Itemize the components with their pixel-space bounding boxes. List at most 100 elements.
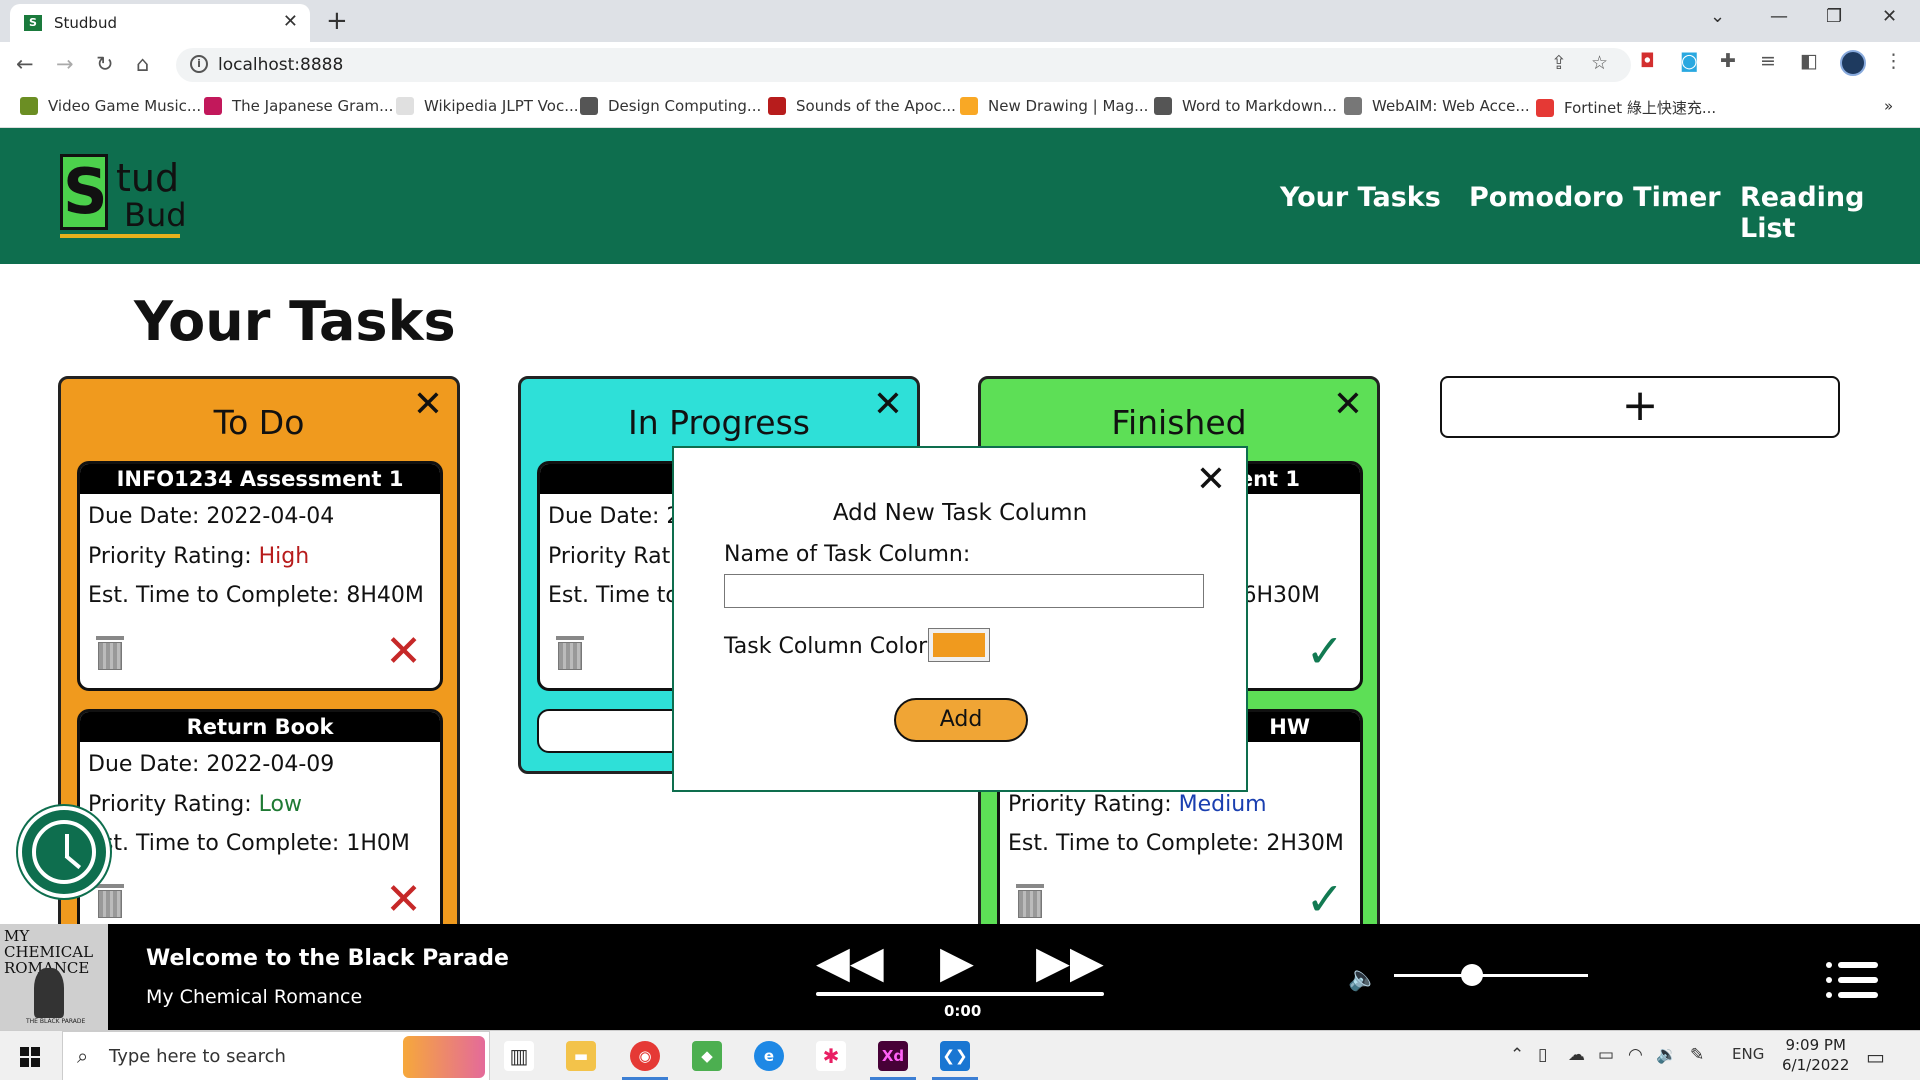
task-column-todo: To Do ✕ INFO1234 Assessment 1 Due Date: … (58, 376, 460, 939)
site-info-icon[interactable]: i (190, 55, 208, 73)
window-close-icon[interactable]: ✕ (1882, 6, 1897, 27)
taskbar-search[interactable]: ⌕ Type here to search (62, 1031, 490, 1080)
task-est-time: Est. Time to (548, 583, 679, 608)
adobe-xd-icon[interactable]: Xd (878, 1041, 908, 1071)
pen-icon[interactable]: ✎ (1690, 1045, 1704, 1065)
nav-reading-list[interactable]: Reading List (1740, 182, 1920, 244)
pomodoro-timer-button[interactable] (18, 806, 110, 898)
url-text[interactable]: localhost:8888 (218, 55, 343, 75)
extension-cup-icon[interactable]: ◙ (1680, 50, 1698, 72)
bookmark-item[interactable]: The Japanese Gram... (204, 97, 393, 115)
language-indicator[interactable]: ENG (1732, 1045, 1764, 1063)
mark-complete-check-icon[interactable]: ✓ (1305, 628, 1344, 674)
chrome-icon[interactable]: ◉ (630, 1041, 660, 1071)
bookmarks-overflow-icon[interactable]: » (1884, 97, 1893, 115)
vscode-icon[interactable]: ❮❯ (940, 1041, 970, 1071)
browser-tab[interactable]: S Studbud ✕ (10, 4, 310, 42)
media-queue-icon[interactable]: ≡ (1760, 50, 1776, 72)
studbud-logo[interactable]: S tud Bud (60, 154, 187, 238)
tab-close-icon[interactable]: ✕ (283, 11, 298, 32)
bookmark-item[interactable]: Design Computing... (580, 97, 761, 115)
reload-icon[interactable]: ↻ (96, 52, 114, 76)
battery-icon[interactable]: ▭ (1598, 1045, 1614, 1065)
extension-shield-icon[interactable]: ◘ (1640, 50, 1655, 72)
column-name-label: Name of Task Column: (724, 542, 971, 567)
profile-avatar[interactable] (1840, 50, 1866, 76)
extensions-puzzle-icon[interactable]: ✚ (1720, 50, 1736, 72)
column-close-icon[interactable]: ✕ (1333, 387, 1363, 423)
mark-incomplete-x-icon[interactable]: ✕ (385, 630, 422, 674)
task-view-icon[interactable]: ▥ (504, 1041, 534, 1071)
bookmark-label: Design Computing... (608, 97, 762, 115)
side-panel-icon[interactable]: ◧ (1800, 50, 1818, 72)
clock-time: 9:09 PM (1785, 1036, 1846, 1054)
add-column-button[interactable]: + (1440, 376, 1840, 438)
bookmarks-bar: Video Game Music... The Japanese Gram... W… (0, 88, 1920, 128)
windows-start-icon[interactable] (20, 1047, 40, 1067)
modal-title: Add New Task Column (832, 500, 1088, 526)
rewind-icon[interactable]: ◀◀ (816, 938, 884, 988)
bookmark-item[interactable]: Video Game Music... (20, 97, 201, 115)
nav-your-tasks[interactable]: Your Tasks (1280, 182, 1441, 213)
task-card[interactable]: INFO1234 Assessment 1 Due Date: 2022-04-… (77, 461, 443, 691)
column-title: In Progress (628, 403, 810, 442)
minimize-icon[interactable]: — (1770, 6, 1788, 27)
new-tab-icon[interactable]: + (326, 6, 348, 36)
logo-text-top: tud (116, 156, 180, 200)
album-art: MY CHEMICAL ROMANCE THE BLACK PARADE (0, 924, 108, 1030)
modal-close-icon[interactable]: ✕ (1196, 462, 1226, 498)
notification-icon[interactable]: ▭ (1866, 1045, 1885, 1069)
bookmark-label: Sounds of the Apoc... (796, 97, 956, 115)
bookmark-item[interactable]: Word to Markdown... (1154, 97, 1337, 115)
home-icon[interactable]: ⌂ (136, 52, 149, 76)
forward-arrow-icon[interactable]: → (56, 52, 74, 76)
mark-incomplete-x-icon[interactable]: ✕ (385, 878, 422, 922)
edge-icon[interactable]: e (754, 1041, 784, 1071)
column-name-input[interactable] (724, 574, 1204, 608)
bookmark-item[interactable]: Sounds of the Apoc... (768, 97, 956, 115)
play-icon[interactable]: ▶ (940, 938, 974, 988)
volume-icon[interactable]: 🔈 (1348, 964, 1378, 992)
task-priority: Priority Ratir (548, 544, 686, 569)
bookmark-favicon-icon (580, 97, 598, 115)
volume-slider-track[interactable] (1394, 974, 1588, 977)
fast-forward-icon[interactable]: ▶▶ (1036, 938, 1104, 988)
back-arrow-icon[interactable]: ← (16, 52, 34, 76)
sourcetree-icon[interactable]: ◆ (692, 1041, 722, 1071)
column-close-icon[interactable]: ✕ (413, 387, 443, 423)
address-bar[interactable]: i localhost:8888 ⇪ ☆ (176, 48, 1631, 82)
wifi-icon[interactable]: ◠ (1628, 1045, 1643, 1065)
column-close-icon[interactable]: ✕ (873, 387, 903, 423)
slack-icon[interactable]: ✱ (816, 1041, 846, 1071)
file-explorer-icon[interactable]: ▬ (566, 1041, 596, 1071)
trash-icon[interactable] (1016, 884, 1044, 918)
mark-complete-check-icon[interactable]: ✓ (1305, 876, 1344, 922)
playlist-menu-icon[interactable] (1826, 960, 1880, 1000)
tray-overflow-chevron-icon[interactable]: ⌃ (1510, 1045, 1524, 1065)
playback-progress-bar[interactable] (816, 992, 1104, 996)
column-color-picker[interactable] (928, 628, 990, 662)
browser-menu-icon[interactable]: ⋮ (1884, 50, 1903, 72)
add-column-submit-button[interactable]: Add (894, 698, 1028, 742)
volume-slider-knob[interactable] (1460, 964, 1483, 986)
restore-icon[interactable]: ❐ (1826, 6, 1842, 27)
speaker-icon[interactable]: 🔉 (1656, 1045, 1677, 1065)
taskbar-clock[interactable]: 9:09 PM 6/1/2022 (1782, 1035, 1849, 1075)
trash-icon[interactable] (96, 884, 124, 918)
color-swatch (933, 633, 985, 657)
trash-icon[interactable] (556, 636, 584, 670)
bookmark-item[interactable]: Fortinet 綠上快速充... (1536, 97, 1716, 118)
tray-device-icon[interactable]: ▯ (1538, 1045, 1547, 1065)
bookmark-star-icon[interactable]: ☆ (1591, 52, 1608, 74)
bookmark-item[interactable]: New Drawing | Mag... (960, 97, 1148, 115)
taskbar-search-placeholder: Type here to search (109, 1046, 286, 1067)
add-column-modal: ✕ Add New Task Column Name of Task Colum… (672, 446, 1248, 792)
share-icon[interactable]: ⇪ (1551, 52, 1567, 74)
trash-icon[interactable] (96, 636, 124, 670)
bookmark-item[interactable]: WebAIM: Web Acce... (1344, 97, 1530, 115)
onedrive-cloud-icon[interactable]: ☁ (1568, 1045, 1585, 1065)
task-card[interactable]: Return Book Due Date: 2022-04-09 Priorit… (77, 709, 443, 939)
tab-search-chevron-icon[interactable]: ⌄ (1710, 6, 1725, 27)
nav-pomodoro-timer[interactable]: Pomodoro Timer (1469, 182, 1721, 213)
bookmark-item[interactable]: Wikipedia JLPT Voc... (396, 97, 579, 115)
